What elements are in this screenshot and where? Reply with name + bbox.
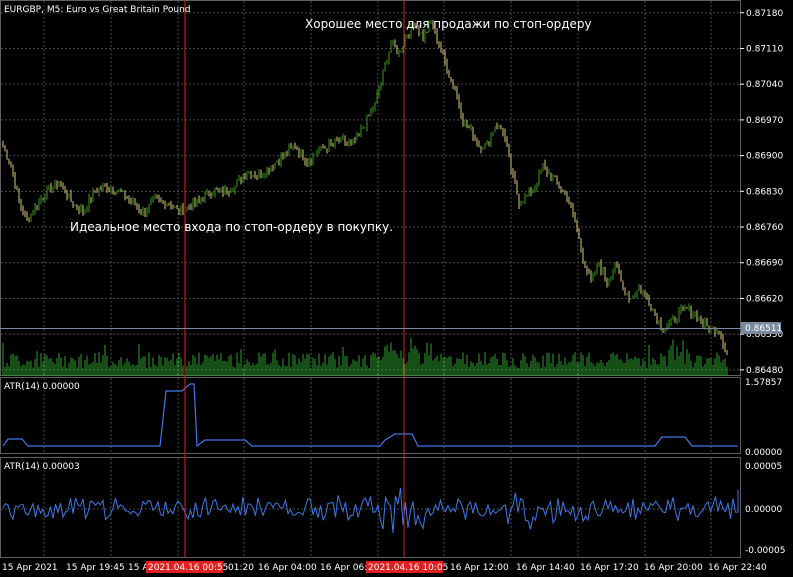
chart-canvas[interactable]: 0.87180 0.87110 0.87040 0.86970 0.86900 0.868… (0, 0, 793, 577)
time-label: 16 Apr 12:00 (450, 563, 509, 573)
price-tick-label: 0.86690 (746, 259, 783, 269)
grid-lines (1, 1, 740, 557)
atr-line-2 (2, 487, 739, 533)
atr1-series (2, 383, 738, 448)
price-tick-label: 0.86760 (746, 223, 783, 233)
time-label: 16 Apr 22:40 (708, 563, 767, 573)
atr1-label: ATR(14) 0.00000 (4, 382, 80, 392)
price-tick-label: 0.86970 (746, 116, 783, 126)
atr2-top-value: 0.00005 (745, 462, 782, 472)
time-label: 16 Apr 20:00 (644, 563, 703, 573)
time-label: 15 Apr 2021 (2, 563, 58, 573)
annotation-buy: Идеальное место входа по стоп-ордеру в п… (70, 220, 393, 234)
candlesticks[interactable] (2, 19, 728, 355)
trading-terminal-chart[interactable]: 0.87180 0.87110 0.87040 0.86970 0.86900 0.868… (0, 0, 793, 577)
price-tick-label: 0.86900 (746, 152, 783, 162)
current-price-label: 0.86511 (745, 324, 782, 334)
time-highlight-buy-label: 2021.04.16 00:55 (148, 563, 228, 573)
atr1-top-value: 1.57857 (745, 378, 782, 388)
price-tick-label: 0.87180 (746, 9, 783, 19)
price-tick-label: 0.87040 (746, 80, 783, 90)
time-label: 16 Apr 14:40 (516, 563, 575, 573)
atr2-series (2, 487, 739, 533)
time-label: 01:20 (228, 563, 254, 573)
time-axis: 15 Apr 2021 15 Apr 19:45 15 Apr 01:20 16… (2, 561, 767, 573)
time-label: 16 Apr 17:20 (580, 563, 639, 573)
price-tick-label: 0.86830 (746, 187, 783, 197)
price-tick-label: 0.87110 (746, 44, 783, 54)
atr1-bottom-value: 0.00000 (745, 448, 782, 458)
annotation-sell: Хорошее место для продажи по стоп-ордеру (305, 17, 592, 31)
price-tick-label: 0.86480 (746, 366, 783, 376)
time-label: 16 Apr 06: (320, 563, 367, 573)
atr-line-1 (2, 383, 738, 448)
atr2-bottom-value: -0.00005 (745, 546, 785, 556)
price-tick-label: 0.86620 (746, 294, 783, 304)
time-highlight-sell-label: 2021.04.16 10:05 (368, 563, 448, 573)
time-label: 15 Apr 19:45 (66, 563, 125, 573)
price-axis: 0.87180 0.87110 0.87040 0.86970 0.86900 0.868… (740, 9, 783, 376)
time-label: 16 Apr 04:00 (258, 563, 317, 573)
atr2-label: ATR(14) 0.00003 (4, 462, 80, 472)
symbol-label: EURGBP, M5: Euro vs Great Britain Pound (4, 5, 190, 15)
atr2-mid-value: 0.00000 (745, 505, 782, 515)
